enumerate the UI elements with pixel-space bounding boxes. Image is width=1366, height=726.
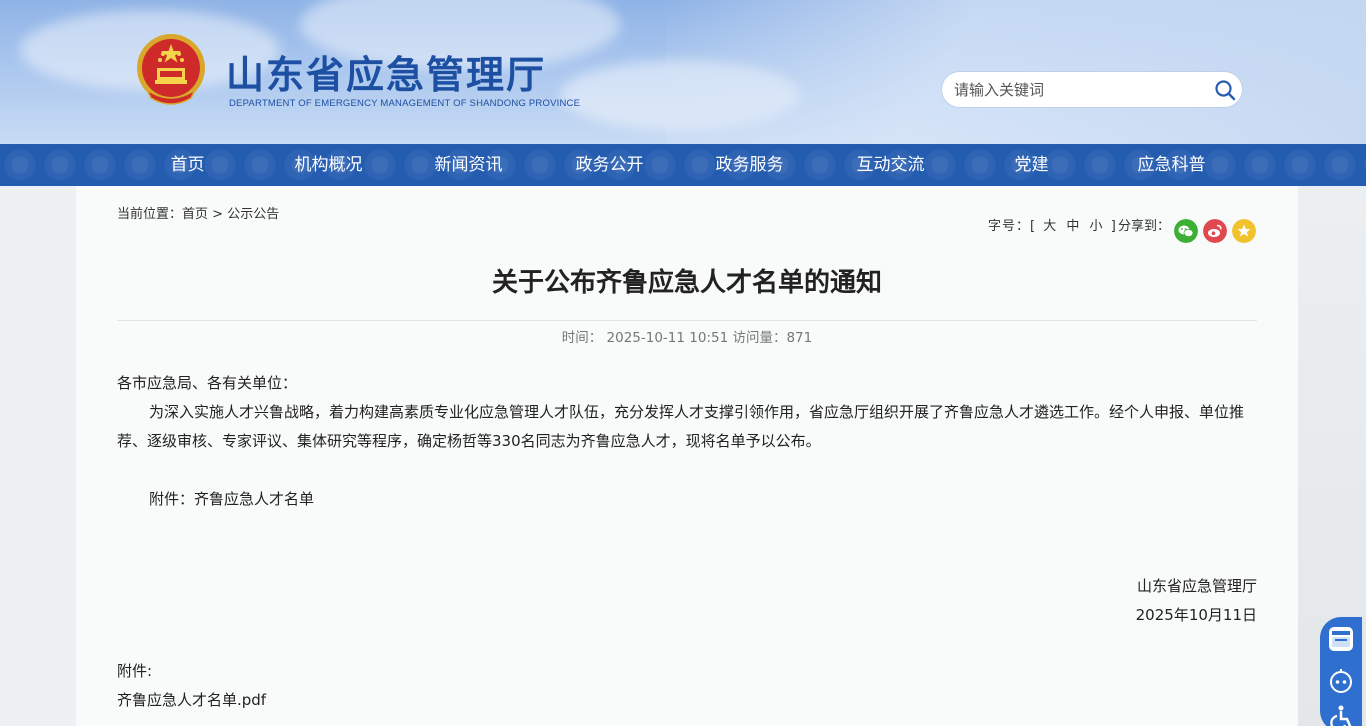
article-paragraph: 为深入实施人才兴鲁战略，着力构建高素质专业化应急管理人才队伍，充分发挥人才支撑引…: [117, 403, 1245, 450]
breadcrumb-home-link[interactable]: 首页: [182, 207, 208, 222]
government-app-icon[interactable]: [1327, 625, 1355, 653]
search-box: [942, 72, 1242, 107]
nav-item-about[interactable]: 机构概况: [258, 144, 399, 186]
nav-item-public-affairs[interactable]: 政务公开: [539, 144, 680, 186]
robot-assistant-icon[interactable]: [1327, 667, 1355, 695]
floating-toolbar: [1320, 617, 1362, 726]
favorite-icon[interactable]: [1232, 219, 1256, 243]
breadcrumb-current-link[interactable]: 公示公告: [227, 207, 279, 222]
article-meta: 时间： 2025-10-11 10:51 访问量：871: [561, 330, 813, 346]
attachment-note: 附件：齐鲁应急人才名单: [149, 490, 315, 508]
title-divider: [117, 320, 1257, 321]
font-size-label: 字号：[: [988, 219, 1037, 234]
site-title: 山东省应急管理厅: [226, 53, 547, 97]
breadcrumb-prefix: 当前位置：: [117, 207, 183, 222]
font-size-control: 字号：[ 大 中 小 ]: [988, 215, 1117, 234]
nav-item-news[interactable]: 新闻资讯: [398, 144, 539, 186]
site-header: 山东省应急管理厅 DEPARTMENT OF EMERGENCY MANAGEM…: [0, 0, 1366, 144]
signature-org: 山东省应急管理厅: [1136, 577, 1257, 595]
main-nav: 首页 机构概况 新闻资讯 政务公开 政务服务 互动交流 党建 应急科普: [0, 144, 1366, 186]
article-title: 关于公布齐鲁应急人才名单的通知: [491, 268, 882, 298]
nav-item-interaction[interactable]: 互动交流: [820, 144, 961, 186]
attachment-file-name[interactable]: 齐鲁应急人才名单.pdf: [117, 691, 266, 709]
signature-date: 2025年10月11日: [1135, 606, 1257, 624]
search-icon[interactable]: [1214, 79, 1236, 101]
attachments-heading: 附件:: [117, 662, 153, 680]
nav-item-services[interactable]: 政务服务: [679, 144, 820, 186]
breadcrumb-separator: >: [212, 207, 224, 222]
weibo-icon[interactable]: [1203, 219, 1227, 243]
search-input[interactable]: [954, 72, 1204, 107]
wechat-icon[interactable]: [1174, 219, 1198, 243]
attachment-file-link[interactable]: 齐鲁应急人才名单.pdf: [117, 686, 266, 715]
national-emblem-icon: [137, 34, 205, 105]
nav-item-home[interactable]: 首页: [117, 144, 258, 186]
font-size-close: ]: [1110, 219, 1117, 234]
breadcrumb: 当前位置：首页 > 公示公告: [117, 203, 279, 222]
share-label: 分享到：: [1118, 219, 1171, 234]
nav-item-science[interactable]: 应急科普: [1101, 144, 1242, 186]
article-salutation: 各市应急局、各有关单位：: [117, 374, 298, 392]
font-medium-button[interactable]: 中: [1064, 219, 1082, 234]
site-subtitle: DEPARTMENT OF EMERGENCY MANAGEMENT OF SH…: [229, 98, 581, 109]
nav-item-party[interactable]: 党建: [961, 144, 1102, 186]
font-small-button[interactable]: 小: [1088, 219, 1106, 234]
accessibility-icon[interactable]: [1327, 703, 1355, 726]
font-large-button[interactable]: 大: [1041, 219, 1059, 234]
